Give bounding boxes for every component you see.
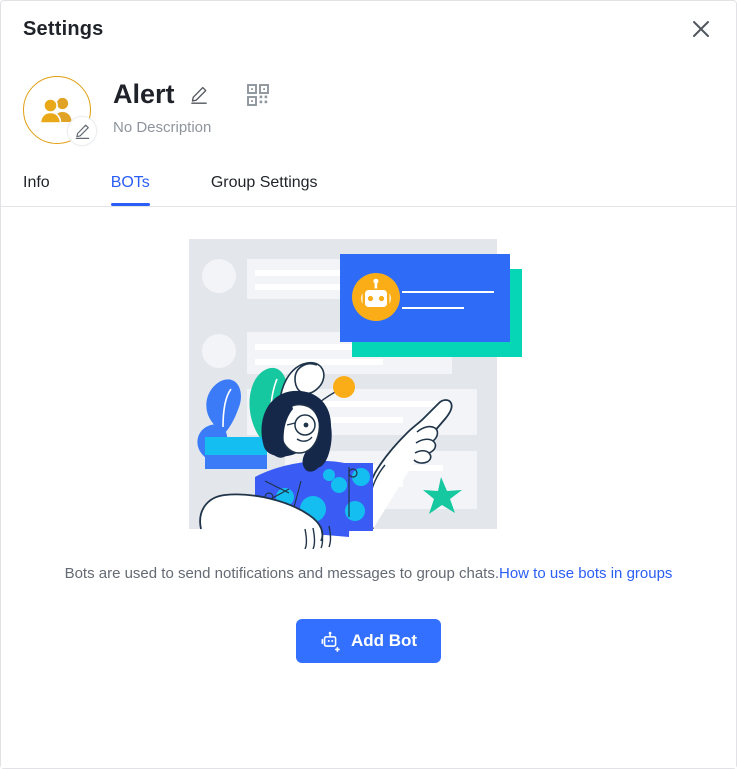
tab-info[interactable]: Info (23, 174, 50, 206)
group-description: No Description (113, 118, 212, 136)
qr-code-icon (246, 83, 269, 106)
edit-name-button[interactable] (187, 83, 211, 107)
close-button[interactable] (684, 12, 718, 46)
avatar (23, 76, 97, 146)
how-to-use-bots-link[interactable]: How to use bots in groups (499, 565, 672, 582)
tab-bar: Info BOTs Group Settings (1, 144, 736, 207)
dialog-titlebar: Settings (1, 1, 736, 58)
group-meta: Alert No Description (113, 72, 271, 136)
pencil-edit-icon (75, 124, 89, 139)
qr-code-button[interactable] (245, 82, 271, 108)
robot-plus-icon (321, 631, 340, 652)
settings-dialog: Settings Alert No Description Info BOTs … (0, 0, 737, 769)
close-x-icon (693, 21, 709, 37)
tab-bots[interactable]: BOTs (110, 174, 150, 206)
group-name-row: Alert (113, 79, 271, 110)
page-title: Settings (23, 18, 104, 40)
pencil-edit-icon (190, 86, 207, 104)
bots-empty-state: Bots are used to send notifications and … (1, 207, 736, 768)
bots-caption: Bots are used to send notifications and … (24, 561, 714, 587)
add-bot-label: Add Bot (350, 631, 418, 650)
caption-text: Bots are used to send notifications and … (64, 565, 499, 582)
tab-group-settings[interactable]: Group Settings (211, 174, 318, 206)
avatar-edit-button[interactable] (67, 116, 97, 146)
group-identity: Alert No Description (1, 58, 736, 146)
group-name: Alert (113, 79, 175, 109)
bots-empty-illustration (188, 239, 522, 549)
add-bot-button[interactable]: Add Bot (295, 619, 442, 663)
